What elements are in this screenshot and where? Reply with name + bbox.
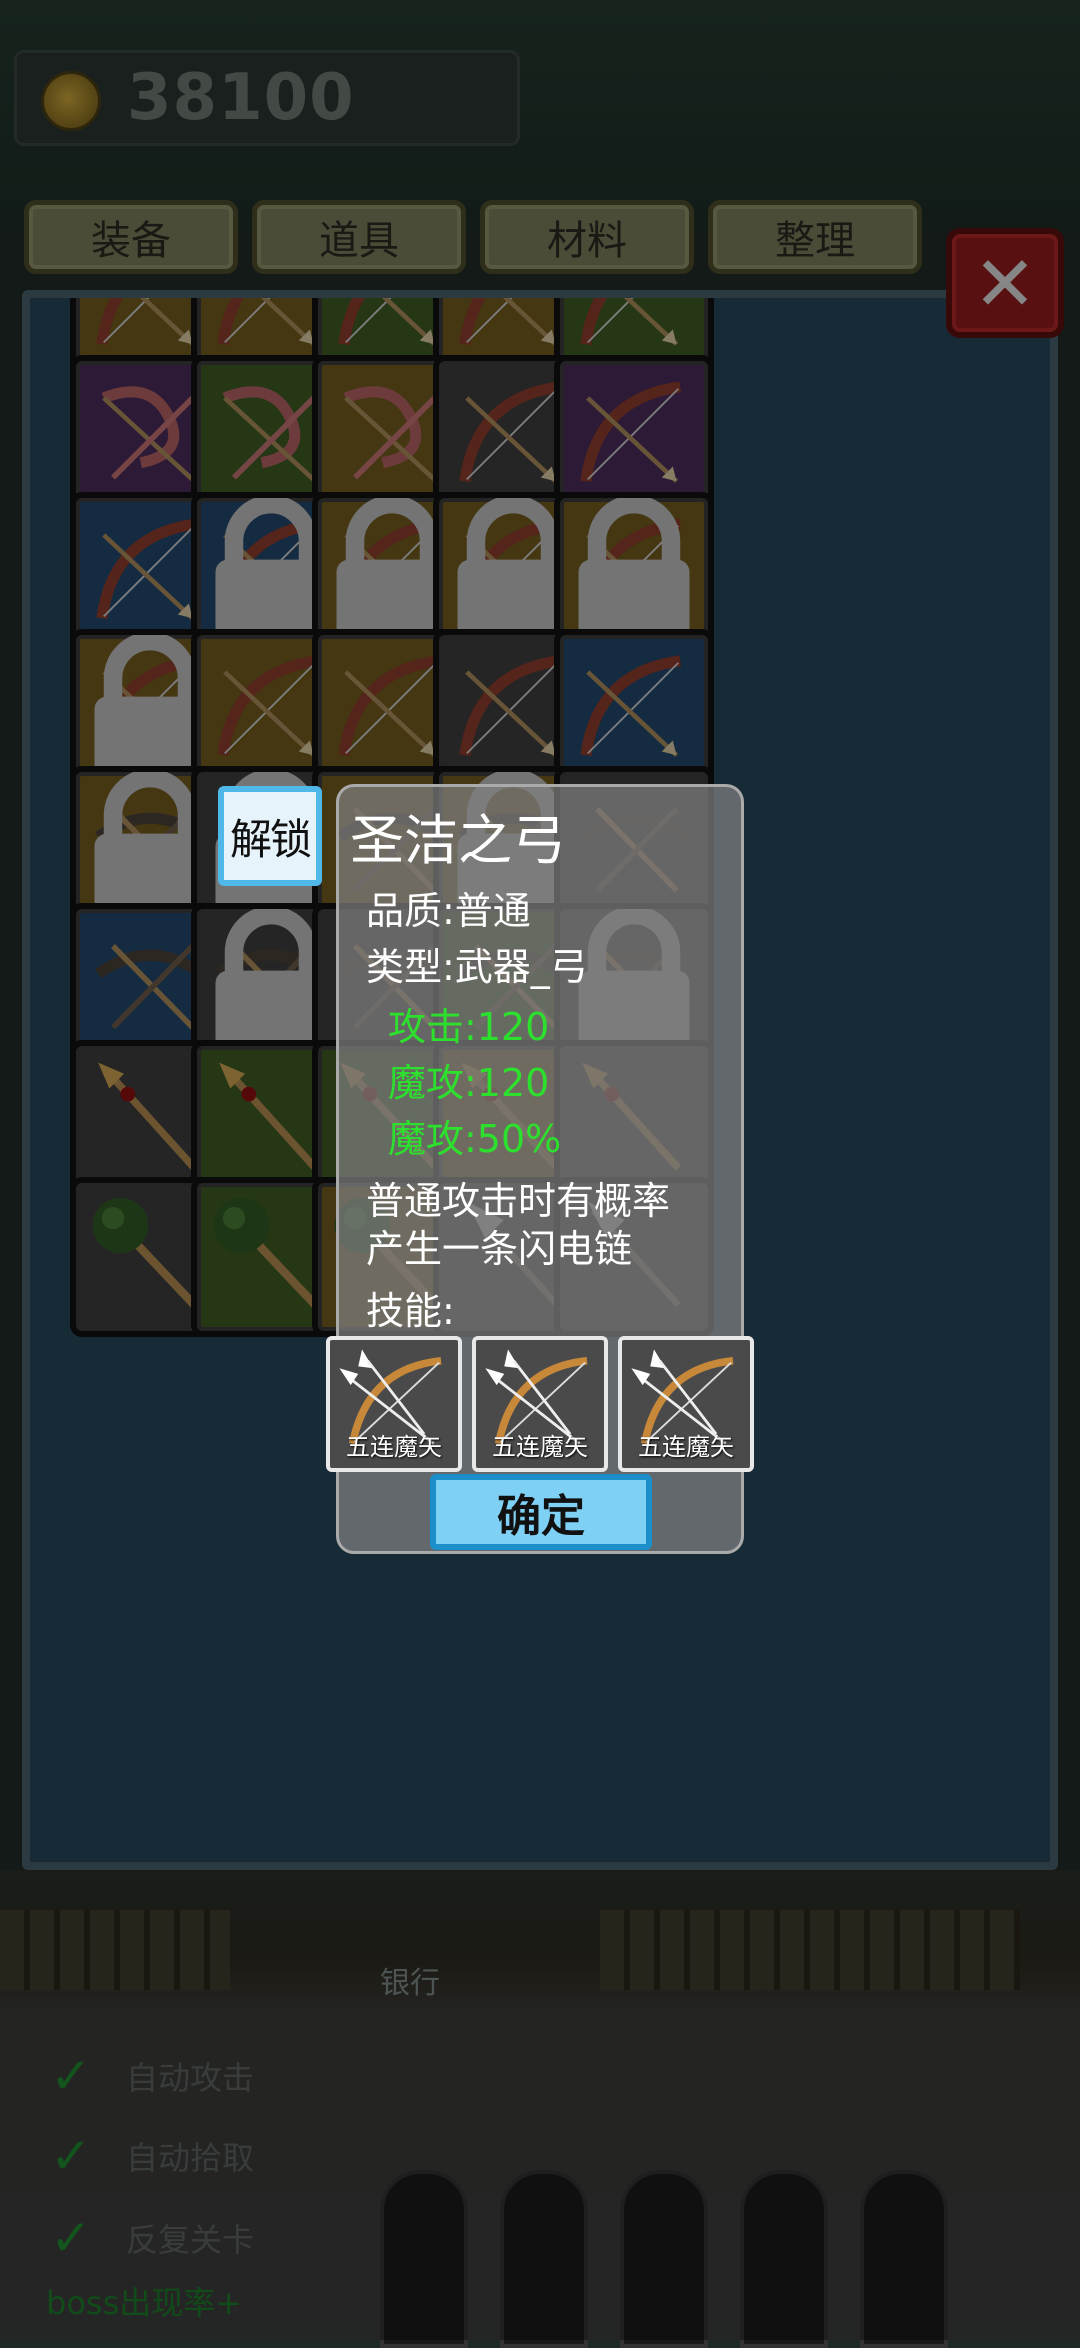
stat-magic-attack-percent: 魔攻:50% [388, 1117, 562, 1161]
item-description-line: 产生一条闪电链 [366, 1227, 633, 1271]
confirm-button[interactable]: 确定 [430, 1474, 652, 1550]
item-type: 类型:武器_弓 [366, 945, 588, 989]
stat-attack: 攻击:120 [388, 1005, 550, 1049]
skill-name: 五连魔矢 [346, 1433, 442, 1461]
unlock-button[interactable]: 解锁 [218, 786, 322, 886]
skill-card[interactable]: 五连魔矢 [472, 1336, 608, 1472]
item-description-line: 普通攻击时有概率 [366, 1179, 671, 1223]
skill-card[interactable]: 五连魔矢 [326, 1336, 462, 1472]
skills-label: 技能: [366, 1289, 455, 1333]
item-title: 圣洁之弓 [350, 809, 566, 872]
stat-magic-attack: 魔攻:120 [388, 1061, 550, 1105]
skill-name: 五连魔矢 [492, 1433, 588, 1461]
skill-card[interactable]: 五连魔矢 [618, 1336, 754, 1472]
item-quality: 品质:普通 [366, 889, 531, 933]
skill-name: 五连魔矢 [638, 1433, 734, 1461]
